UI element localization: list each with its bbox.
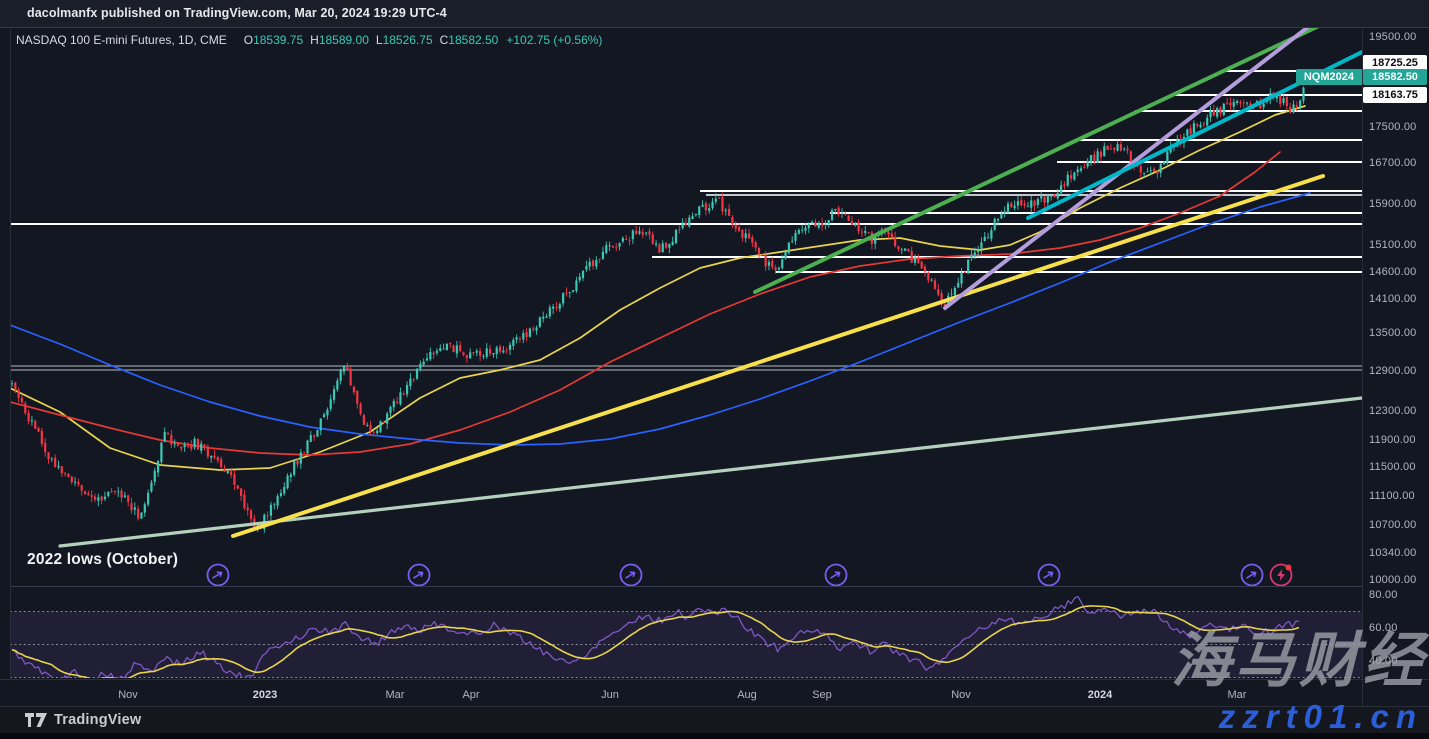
ma-fast-yellow: [10, 106, 1305, 470]
symbol-legend[interactable]: NASDAQ 100 E-mini Futures, 1D, CME O18539…: [16, 33, 602, 47]
watermark-cjk: 海马财经: [1171, 612, 1427, 699]
pale-green-2022-lows-trend: [60, 398, 1362, 546]
price-pane[interactable]: [10, 10, 1362, 546]
tick-label: 15900.00: [1369, 198, 1416, 210]
tick-label: 10700.00: [1369, 519, 1416, 531]
bottom-strip: [0, 733, 1429, 739]
footer-bar: [0, 706, 1429, 734]
chart-annotation-2022-lows: 2022 lows (October): [27, 551, 178, 569]
change-value: +102.75 (+0.56%): [506, 33, 602, 47]
ohlc-low-label: L: [376, 33, 383, 47]
tick-label: Sep: [812, 689, 832, 701]
contract-tag-nqm2024: NQM2024: [1296, 69, 1362, 85]
tick-label: 17500.00: [1369, 121, 1416, 133]
ohlc-high-label: H: [310, 33, 319, 47]
price-label-last: 18582.50: [1363, 69, 1427, 85]
tick-label: 10000.00: [1369, 574, 1416, 586]
green-channel-line: [755, 16, 1340, 292]
tick-label: Apr: [462, 689, 479, 701]
alert-lightning-icon[interactable]: [1271, 565, 1292, 586]
ohlc-high-value: 18589.00: [319, 33, 369, 47]
price-label-lower-level: 18163.75: [1363, 87, 1427, 103]
tick-label: Mar: [386, 689, 405, 701]
tradingview-logo[interactable]: TradingView: [25, 712, 141, 728]
idea-marker-icon[interactable]: [621, 565, 642, 586]
idea-marker-icon[interactable]: [208, 565, 229, 586]
candlestick-series: [11, 76, 1309, 533]
tick-label: Nov: [118, 689, 138, 701]
tick-label: Aug: [737, 689, 757, 701]
tick-label: 15100.00: [1369, 239, 1416, 251]
tick-label: 14100.00: [1369, 293, 1416, 305]
tick-label: 12900.00: [1369, 365, 1416, 377]
tick-label: 16700.00: [1369, 157, 1416, 169]
tick-label: 13500.00: [1369, 327, 1416, 339]
tick-label: Nov: [951, 689, 971, 701]
tick-label: 11900.00: [1369, 434, 1416, 446]
tick-label: 11500.00: [1369, 461, 1416, 473]
symbol-title: NASDAQ 100 E-mini Futures, 1D, CME: [16, 33, 227, 47]
ohlc-close-value: 18582.50: [448, 33, 498, 47]
trendlines[interactable]: [60, 10, 1362, 546]
rsi-pane[interactable]: [10, 596, 1362, 686]
ohlc-open-label: O: [244, 33, 253, 47]
thick-yellow-uptrend: [233, 176, 1323, 536]
tick-label: 80.00: [1369, 589, 1398, 601]
watermark-url: zzrt01.cn: [1219, 698, 1423, 736]
idea-marker-icon[interactable]: [1039, 565, 1060, 586]
idea-marker-icon[interactable]: [409, 565, 430, 586]
pane-left-border: [10, 27, 11, 679]
tick-label: 12300.00: [1369, 405, 1416, 417]
moving-averages: [10, 106, 1310, 470]
ohlc-open-value: 18539.75: [253, 33, 303, 47]
ohlc-low-value: 18526.75: [383, 33, 433, 47]
tradingview-published-chart: dacolmanfx published on TradingView.com,…: [0, 0, 1429, 739]
event-icons[interactable]: [208, 565, 1292, 586]
year-tick-label: 2023: [253, 689, 277, 701]
ma-slow-blue: [10, 193, 1310, 445]
tick-label: 19500.00: [1369, 31, 1416, 43]
tick-label: 10340.00: [1369, 547, 1416, 559]
tradingview-logo-icon: [25, 713, 47, 728]
tradingview-logo-text: TradingView: [54, 712, 141, 728]
year-tick-label: 2024: [1088, 689, 1112, 701]
tick-label: 11100.00: [1369, 490, 1415, 502]
pane-separator[interactable]: [10, 586, 1362, 587]
ohlc-close-label: C: [440, 33, 449, 47]
tick-label: Jun: [601, 689, 619, 701]
idea-marker-icon[interactable]: [1242, 565, 1263, 586]
price-axis-border: [1362, 27, 1363, 706]
idea-marker-icon[interactable]: [826, 565, 847, 586]
tick-label: 14600.00: [1369, 266, 1416, 278]
